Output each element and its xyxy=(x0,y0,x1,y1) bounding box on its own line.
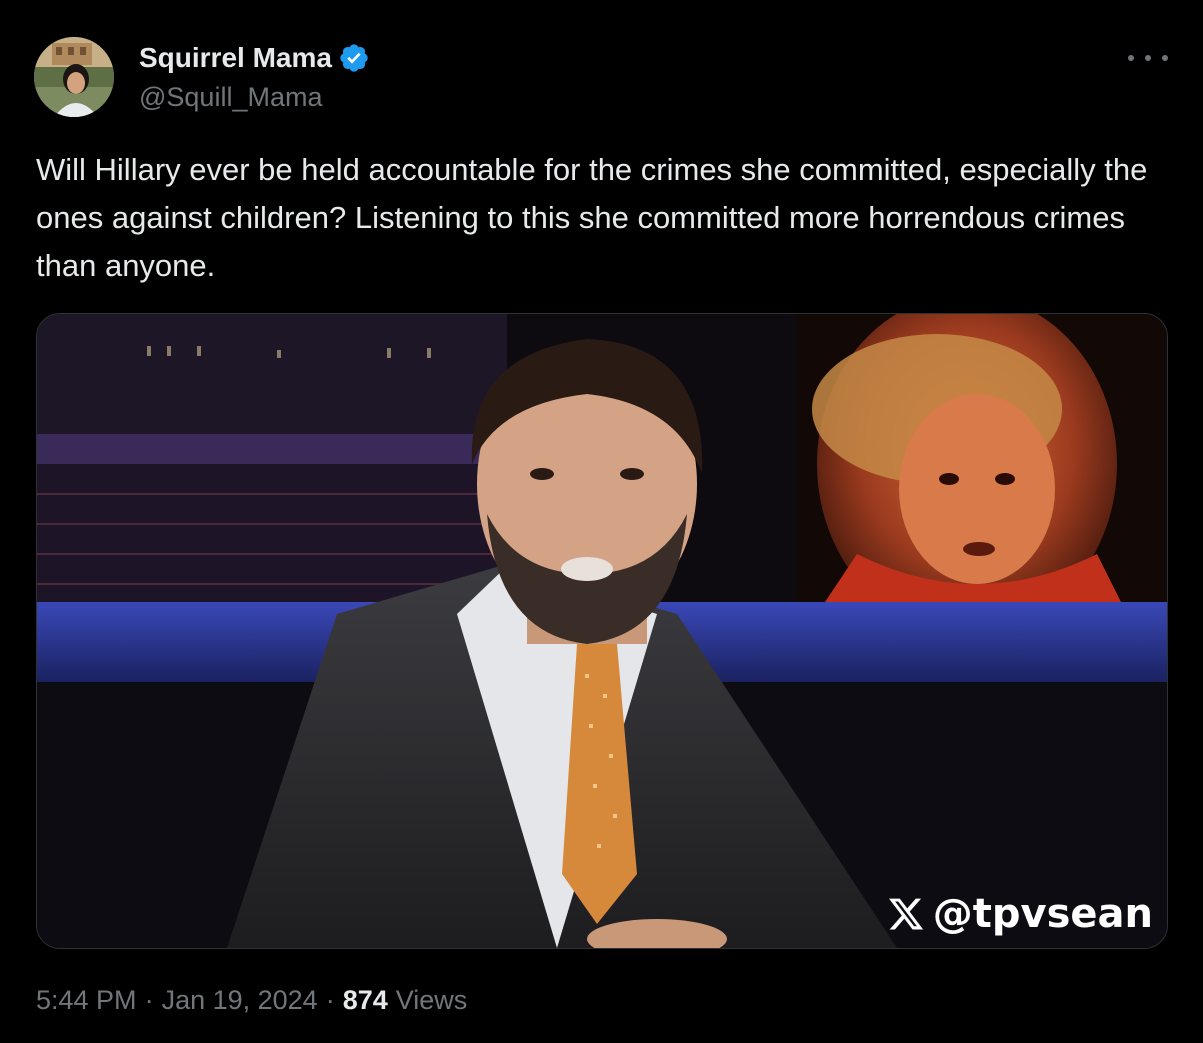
avatar[interactable] xyxy=(34,37,114,117)
video-frame xyxy=(37,314,1167,948)
meta-separator: · xyxy=(144,985,154,1015)
display-name[interactable]: Squirrel Mama xyxy=(139,40,332,76)
x-logo-icon xyxy=(888,898,923,930)
views-count[interactable]: 874 xyxy=(343,982,388,1018)
tweet-text: Will Hillary ever be held accountable fo… xyxy=(36,152,1156,283)
author-name-row[interactable]: Squirrel Mama xyxy=(139,40,370,76)
tweet-video[interactable]: @tpvsean xyxy=(36,313,1168,949)
avatar-image xyxy=(34,37,114,117)
tweet-card: Squirrel Mama @Squill_Mama Will Hillary … xyxy=(0,0,1203,1043)
more-options-icon[interactable] xyxy=(1128,46,1168,70)
tweet-meta: 5:44 PM · Jan 19, 2024 · 874 Views xyxy=(36,982,467,1018)
watermark-handle: @tpvsean xyxy=(932,891,1153,937)
verified-badge-icon[interactable] xyxy=(338,42,370,74)
author-handle[interactable]: @Squill_Mama xyxy=(139,80,322,114)
meta-separator: · xyxy=(325,985,335,1015)
tweet-time[interactable]: 5:44 PM xyxy=(36,982,137,1018)
tweet-date[interactable]: Jan 19, 2024 xyxy=(162,982,318,1018)
video-watermark: @tpvsean xyxy=(887,890,1153,938)
views-label[interactable]: Views xyxy=(396,982,468,1018)
